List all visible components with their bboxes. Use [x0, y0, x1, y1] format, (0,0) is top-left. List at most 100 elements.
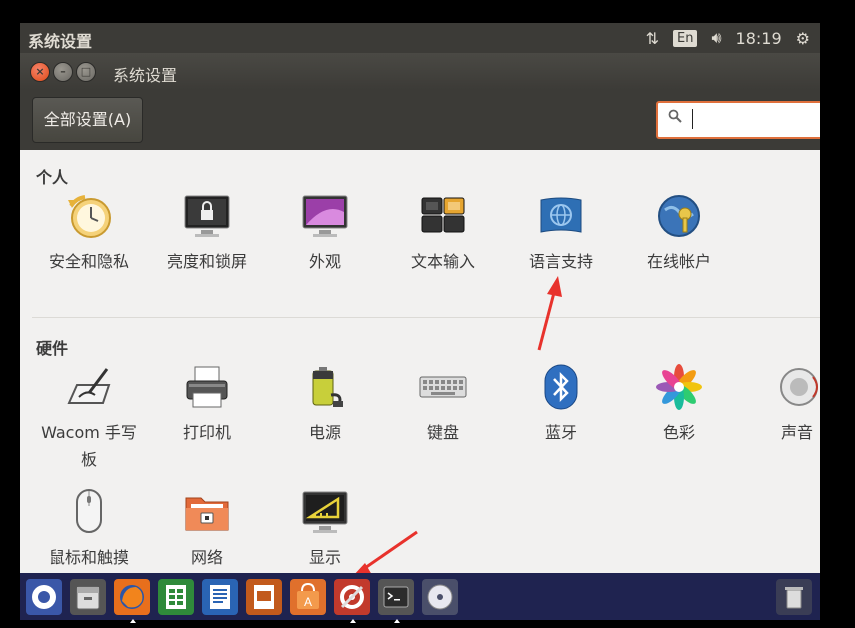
settings-item-keyboard[interactable]: 键盘: [383, 363, 503, 446]
window-toolbar: 全部设置(A): [20, 90, 820, 150]
search-input[interactable]: [656, 101, 820, 139]
network-transfer-icon[interactable]: ⇅: [646, 29, 659, 48]
all-settings-button[interactable]: 全部设置(A): [32, 97, 143, 143]
mouse-touchpad-icon: [65, 488, 113, 536]
settings-item-printer[interactable]: 打印机: [147, 363, 267, 446]
maximize-button[interactable]: □: [76, 62, 96, 82]
window-title: 系统设置: [113, 66, 178, 85]
keyboard-layout-indicator[interactable]: En: [673, 29, 698, 47]
color-icon: [655, 363, 703, 411]
item-label: 键盘: [426, 423, 459, 442]
software-center-icon: A: [297, 582, 319, 609]
impress-button[interactable]: [246, 579, 282, 615]
printer-icon: [183, 363, 231, 411]
text-caret: [692, 109, 693, 129]
files-icon: [76, 586, 100, 610]
settings-item-security-privacy[interactable]: 安全和隐私: [29, 192, 149, 275]
settings-item-mouse-touchpad[interactable]: 鼠标和触摸: [29, 488, 149, 571]
dvd-button[interactable]: [422, 579, 458, 615]
dash-icon: [32, 585, 56, 609]
clock[interactable]: 18:19: [736, 29, 782, 48]
settings-item-color[interactable]: 色彩: [619, 363, 739, 446]
settings-item-power[interactable]: 电源: [265, 363, 385, 446]
item-label: 声音: [780, 423, 813, 442]
item-label: 在线帐户: [646, 252, 711, 271]
libreoffice-writer-icon: [210, 585, 230, 609]
settings-window: × – □ 系统设置 全部设置(A) 个人 安全和隐私 亮度和锁屏 外观 文本输…: [20, 53, 820, 573]
settings-item-brightness-lock[interactable]: 亮度和锁屏: [147, 192, 267, 275]
indicator-area: ⇅ En 🔊︎ 18:19 ⚙: [646, 26, 810, 50]
power-icon: [301, 363, 349, 411]
item-label: 亮度和锁屏: [166, 252, 247, 271]
running-indicator: [394, 619, 400, 623]
maximize-icon: □: [80, 65, 92, 78]
top-panel: 系统设置 ⇅ En 🔊︎ 18:19 ⚙: [20, 23, 820, 53]
settings-item-online-accounts[interactable]: 在线帐户: [619, 192, 739, 275]
minimize-button[interactable]: –: [53, 62, 73, 82]
svg-text:A: A: [304, 595, 312, 609]
section-title-hardware: 硬件: [36, 339, 69, 358]
item-label: 语言支持: [528, 252, 593, 271]
dash-button[interactable]: [26, 579, 62, 615]
item-label: 蓝牙: [544, 423, 577, 442]
software-center-button[interactable]: A: [290, 579, 326, 615]
brightness-lock-icon: [183, 192, 231, 240]
settings-item-display[interactable]: 显示: [265, 488, 385, 571]
online-accounts-icon: [655, 192, 703, 240]
files-button[interactable]: [70, 579, 106, 615]
power-gear-icon[interactable]: ⚙: [796, 29, 810, 48]
settings-content: 个人 安全和隐私 亮度和锁屏 外观 文本输入 语言支持 在线帐户 硬件 Waco…: [20, 150, 820, 573]
close-icon: ×: [35, 65, 45, 78]
text-entry-icon: [419, 192, 467, 240]
security-privacy-icon: [65, 192, 113, 240]
network-icon: [183, 488, 231, 536]
item-label: 电源: [308, 423, 341, 442]
item-label: 色彩: [662, 423, 695, 442]
trash-icon: [785, 587, 803, 609]
item-label: 文本输入: [410, 252, 475, 271]
terminal-button[interactable]: [378, 579, 414, 623]
settings-item-network[interactable]: 网络: [147, 488, 267, 571]
minimize-icon: –: [60, 65, 66, 78]
sound-icon: [773, 363, 820, 411]
system-settings-icon: [340, 585, 364, 609]
settings-item-text-entry[interactable]: 文本输入: [383, 192, 503, 275]
section-divider: [32, 317, 820, 318]
firefox-button[interactable]: [114, 579, 150, 623]
appearance-icon: [301, 192, 349, 240]
trash-button[interactable]: [776, 579, 812, 615]
search-icon: [668, 109, 682, 127]
firefox-icon: [120, 585, 144, 609]
window-titlebar: × – □ 系统设置: [20, 53, 820, 90]
calc-button[interactable]: [158, 579, 194, 615]
settings-item-sound[interactable]: 声音: [737, 363, 820, 446]
launcher-bar: A: [20, 573, 820, 623]
section-title-personal: 个人: [36, 168, 69, 187]
item-label: 打印机: [182, 423, 231, 442]
settings-item-bluetooth[interactable]: 蓝牙: [501, 363, 621, 446]
bluetooth-icon: [537, 363, 585, 411]
display-icon: [301, 488, 349, 536]
system-settings-button[interactable]: [334, 579, 370, 623]
libreoffice-impress-icon: [254, 585, 274, 609]
close-button[interactable]: ×: [30, 62, 50, 82]
running-indicator: [350, 619, 356, 623]
item-label: 外观: [308, 252, 341, 271]
writer-button[interactable]: [202, 579, 238, 615]
settings-item-wacom[interactable]: Wacom 手写板: [29, 363, 149, 473]
item-label: 网络: [190, 548, 223, 567]
dvd-icon: [427, 584, 453, 610]
wacom-tablet-icon: [65, 363, 113, 411]
settings-item-appearance[interactable]: 外观: [265, 192, 385, 275]
item-label: 鼠标和触摸: [48, 548, 129, 567]
keyboard-icon: [419, 363, 467, 411]
language-support-icon: [537, 192, 585, 240]
terminal-icon: [383, 586, 409, 608]
settings-item-language-support[interactable]: 语言支持: [501, 192, 621, 275]
running-indicator: [130, 619, 136, 623]
item-label: Wacom 手写板: [41, 423, 137, 469]
item-label: 安全和隐私: [48, 252, 129, 271]
libreoffice-calc-icon: [166, 585, 186, 609]
panel-app-title: 系统设置: [28, 32, 93, 51]
volume-icon[interactable]: 🔊︎: [711, 28, 721, 48]
